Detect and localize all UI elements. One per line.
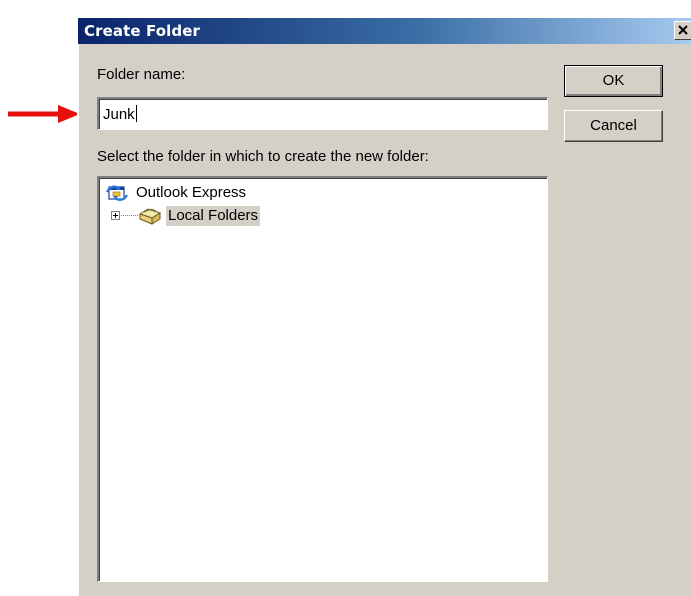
ok-button-label: OK [602, 72, 625, 89]
expand-plus-icon[interactable] [111, 211, 120, 220]
select-folder-label: Select the folder in which to create the… [97, 148, 429, 165]
folder-name-input[interactable]: Junk [97, 97, 548, 130]
create-folder-dialog: Create Folder Folder name: Junk OK Cance… [77, 18, 691, 596]
text-caret [135, 105, 137, 122]
ok-button[interactable]: OK [564, 65, 663, 97]
close-button[interactable] [674, 21, 691, 40]
tree-connector-line [121, 215, 139, 216]
screenshot-page: Create Folder Folder name: Junk OK Cance… [0, 0, 691, 596]
local-folders-icon [138, 208, 162, 225]
cancel-button-label: Cancel [590, 117, 637, 134]
tree-item-label: Outlook Express [136, 184, 247, 201]
red-arrow-icon [8, 105, 80, 123]
folder-name-value: Junk [103, 105, 137, 124]
folder-name-text: Junk [103, 106, 135, 123]
cancel-button[interactable]: Cancel [564, 110, 663, 142]
title-bar: Create Folder [78, 18, 691, 44]
dialog-title: Create Folder [84, 22, 200, 40]
outlook-express-icon [106, 185, 128, 201]
close-icon [678, 25, 688, 35]
tree-item-label: Local Folders [166, 206, 261, 226]
folder-name-label: Folder name: [97, 66, 186, 83]
folder-tree[interactable]: Outlook Express Local Folders [97, 176, 548, 582]
